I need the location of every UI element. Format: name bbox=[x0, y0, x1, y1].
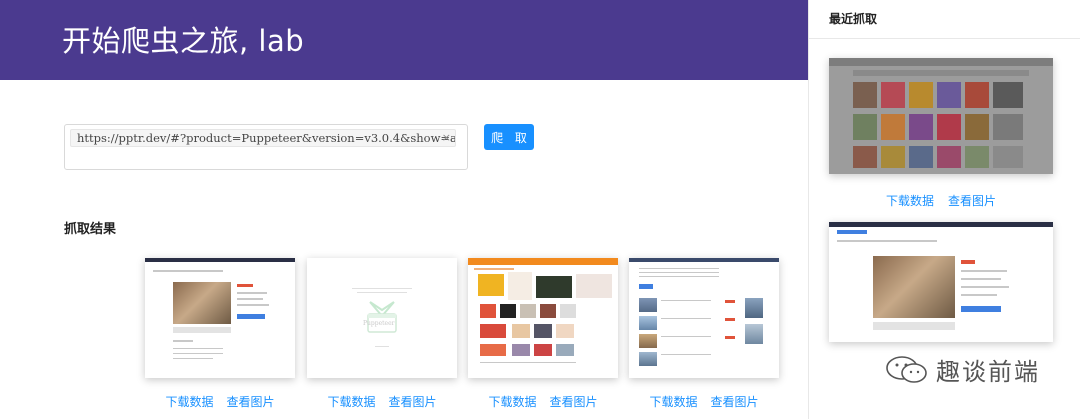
puppeteer-logo-icon bbox=[367, 301, 397, 333]
header-bar: 开始爬虫之旅, lab bbox=[0, 0, 808, 80]
result-actions-2: 下载数据 查看图片 bbox=[307, 393, 457, 410]
view-image-link[interactable]: 查看图片 bbox=[227, 393, 275, 410]
watermark-text: 趣谈前端 bbox=[936, 358, 1040, 386]
view-image-link[interactable]: 查看图片 bbox=[711, 393, 759, 410]
url-tag: https://pptr.dev/#?product=Puppeteer&ver… bbox=[70, 129, 456, 147]
download-data-link[interactable]: 下载数据 bbox=[649, 393, 697, 410]
app-title: 开始爬虫之旅, lab bbox=[62, 24, 305, 58]
watermark: 趣谈前端 bbox=[884, 352, 1040, 387]
result-actions-3: 下载数据 查看图片 bbox=[468, 393, 618, 410]
recent-thumbnail-2[interactable] bbox=[829, 222, 1053, 342]
result-thumbnail-4[interactable] bbox=[629, 258, 779, 378]
download-data-link[interactable]: 下载数据 bbox=[488, 393, 536, 410]
wechat-icon bbox=[886, 355, 927, 383]
thumb-logo-text: Puppeteer bbox=[363, 320, 395, 327]
recent-title: 最近抓取 bbox=[829, 12, 878, 26]
download-data-link[interactable]: 下载数据 bbox=[886, 192, 934, 209]
result-actions-4: 下载数据 查看图片 bbox=[629, 393, 779, 410]
url-tag-text: https://pptr.dev/#?product=Puppeteer&ver… bbox=[77, 131, 455, 145]
recent-divider bbox=[809, 38, 1080, 39]
results-title: 抓取结果 bbox=[64, 222, 117, 237]
view-image-link[interactable]: 查看图片 bbox=[948, 192, 996, 209]
result-thumbnail-2[interactable]: Puppeteer bbox=[307, 258, 457, 378]
close-icon[interactable]: × bbox=[442, 130, 451, 145]
recent-actions-1: 下载数据 查看图片 bbox=[829, 192, 1053, 209]
result-thumbnail-3[interactable] bbox=[468, 258, 618, 378]
download-data-link[interactable]: 下载数据 bbox=[327, 393, 375, 410]
url-input[interactable]: https://pptr.dev/#?product=Puppeteer&ver… bbox=[64, 124, 468, 170]
view-image-link[interactable]: 查看图片 bbox=[550, 393, 598, 410]
crawl-button[interactable]: 爬 取 bbox=[484, 124, 534, 150]
result-actions-1: 下载数据 查看图片 bbox=[145, 393, 295, 410]
view-image-link[interactable]: 查看图片 bbox=[389, 393, 437, 410]
recent-thumbnail-1[interactable] bbox=[829, 58, 1053, 174]
download-data-link[interactable]: 下载数据 bbox=[165, 393, 213, 410]
result-thumbnail-1[interactable] bbox=[145, 258, 295, 378]
